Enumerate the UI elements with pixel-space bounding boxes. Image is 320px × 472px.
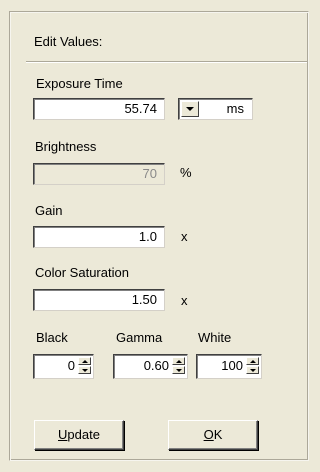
spin-up-icon[interactable] xyxy=(172,357,185,365)
black-spinbox[interactable]: 0 xyxy=(33,354,94,379)
saturation-label: Color Saturation xyxy=(35,265,129,280)
ok-button[interactable]: OK xyxy=(168,420,258,450)
exposure-unit: ms xyxy=(226,101,244,116)
gain-label: Gain xyxy=(35,203,63,218)
update-button[interactable]: Update xyxy=(34,420,124,450)
white-spinbox[interactable]: 100 xyxy=(196,354,262,379)
white-value[interactable]: 100 xyxy=(221,355,243,376)
chevron-down-icon[interactable] xyxy=(181,101,199,117)
white-label: White xyxy=(198,330,232,345)
gamma-label: Gamma xyxy=(116,330,163,345)
gamma-value[interactable]: 0.60 xyxy=(144,355,169,376)
saturation-unit: x xyxy=(181,293,188,308)
gamma-spinbox[interactable]: 0.60 xyxy=(113,354,188,379)
brightness-unit: % xyxy=(180,165,192,180)
brightness-input: 70 xyxy=(33,163,165,185)
saturation-input[interactable]: 1.50 xyxy=(33,289,165,311)
spin-up-icon[interactable] xyxy=(78,357,91,365)
brightness-label: Brightness xyxy=(35,139,97,154)
spin-up-icon[interactable] xyxy=(246,357,259,365)
exposure-label: Exposure Time xyxy=(36,76,123,91)
update-label: pdate xyxy=(67,427,100,442)
spin-down-icon[interactable] xyxy=(246,366,259,374)
ok-mnemonic: O xyxy=(203,427,214,442)
gain-input[interactable]: 1.0 xyxy=(33,226,165,248)
ok-label: K xyxy=(213,427,223,442)
group-title: Edit Values: xyxy=(34,34,103,49)
exposure-unit-dropdown[interactable]: ms xyxy=(178,98,253,120)
black-label: Black xyxy=(36,330,68,345)
gain-unit: x xyxy=(181,229,188,244)
divider xyxy=(26,61,307,63)
spin-down-icon[interactable] xyxy=(78,366,91,374)
spin-down-icon[interactable] xyxy=(172,366,185,374)
black-value[interactable]: 0 xyxy=(68,355,75,376)
update-mnemonic: U xyxy=(58,427,68,442)
exposure-input[interactable]: 55.74 xyxy=(33,98,165,120)
